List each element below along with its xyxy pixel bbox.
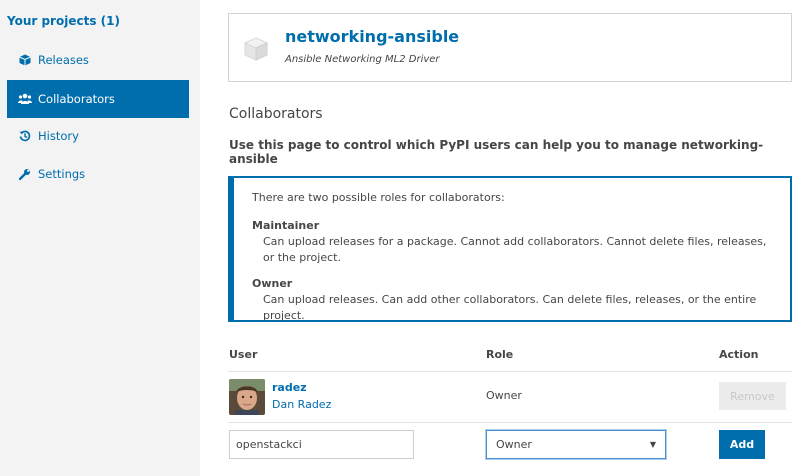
users-icon xyxy=(18,92,32,106)
sidebar-item-label: Releases xyxy=(38,53,89,67)
collaborator-role: Owner xyxy=(486,389,522,402)
row-divider xyxy=(228,422,792,423)
sidebar-item-label: Settings xyxy=(38,167,86,181)
caret-down-icon: ▼ xyxy=(649,440,656,449)
project-description: Ansible Networking ML2 Driver xyxy=(285,54,440,65)
sidebar: Your projects (1) Releases Collaborators… xyxy=(0,0,200,476)
role-name-owner: Owner xyxy=(252,277,293,290)
collaborator-username[interactable]: radez xyxy=(272,381,307,394)
sidebar-item-settings[interactable]: Settings xyxy=(7,155,189,193)
callout-intro: There are two possible roles for collabo… xyxy=(252,191,505,204)
add-button[interactable]: Add xyxy=(719,430,765,459)
sidebar-item-releases[interactable]: Releases xyxy=(7,41,189,79)
sidebar-item-history[interactable]: History xyxy=(7,117,189,155)
history-icon xyxy=(18,129,32,143)
sidebar-item-collaborators[interactable]: Collaborators xyxy=(7,80,189,118)
username-input[interactable] xyxy=(229,430,414,459)
sidebar-item-label: Collaborators xyxy=(38,92,115,106)
role-description-maintainer: Can upload releases for a package. Canno… xyxy=(263,235,767,264)
roles-callout: There are two possible roles for collabo… xyxy=(228,176,792,322)
avatar xyxy=(229,379,265,415)
cube-icon xyxy=(18,53,32,67)
collaborator-full-name[interactable]: Dan Radez xyxy=(272,398,331,411)
row-divider xyxy=(228,371,792,372)
package-icon xyxy=(243,36,269,66)
sidebar-item-label: History xyxy=(38,129,79,143)
page-subtitle: Use this page to control which PyPI user… xyxy=(229,138,764,166)
role-select[interactable]: Owner ▼ xyxy=(486,430,666,459)
remove-button[interactable]: Remove xyxy=(719,382,786,410)
role-select-value: Owner xyxy=(496,438,532,451)
project-name[interactable]: networking-ansible xyxy=(285,27,459,46)
project-card: networking-ansible Ansible Networking ML… xyxy=(228,13,792,82)
page-title: Collaborators xyxy=(229,106,323,122)
role-name-maintainer: Maintainer xyxy=(252,219,320,232)
column-header-role: Role xyxy=(486,348,514,361)
sidebar-title[interactable]: Your projects (1) xyxy=(7,14,120,28)
column-header-action: Action xyxy=(719,348,759,361)
column-header-user: User xyxy=(229,348,258,361)
role-description-owner: Can upload releases. Can add other colla… xyxy=(263,293,757,322)
wrench-icon xyxy=(18,167,32,181)
